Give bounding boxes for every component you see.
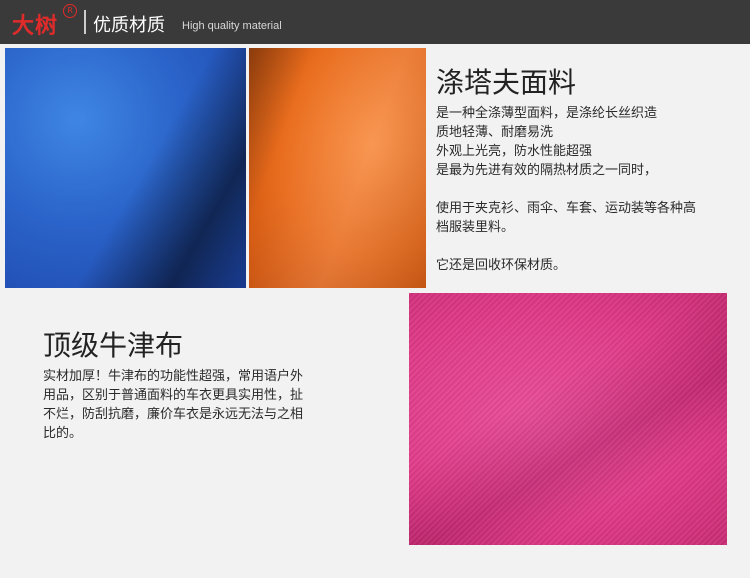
section-subtitle: High quality material [182, 20, 282, 32]
blue-fabric-image [5, 48, 246, 288]
description-line: 它还是回收环保材质。 [436, 258, 567, 273]
description-line: 不烂，防刮抗磨，廉价车衣是永远无法与之相 [43, 407, 304, 422]
description-line: 比的。 [43, 426, 83, 441]
description-line: 实材加厚！牛津布的功能性超强，常用语户外 [43, 369, 304, 384]
product-description-taffeta: 涤塔夫面料 是一种全涤薄型面料，是涤纶长丝织造 质地轻薄、耐磨易洗 外观上光亮，… [436, 66, 696, 275]
product-description-oxford: 顶级牛津布 实材加厚！牛津布的功能性超强，常用语户外 用品，区别于普通面料的车衣… [43, 329, 303, 443]
product-title: 顶级牛津布 [43, 329, 184, 362]
description-line: 是最为先进有效的隔热材质之一同时， [436, 163, 658, 178]
description-line: 用品，区别于普通面料的车衣更具实用性，扯 [43, 388, 304, 403]
description-line: 是一种全涤薄型面料，是涤纶长丝织造 [436, 106, 658, 121]
header-bar: 大树 R 优质材质 High quality material [0, 0, 750, 44]
description-line: 使用于夹克衫、雨伞、车套、运动装等各种高 [436, 201, 697, 216]
registered-mark-icon: R [63, 4, 77, 18]
section-title: 优质材质 [93, 15, 165, 36]
pink-fabric-image [409, 293, 727, 545]
header-divider [84, 10, 86, 34]
orange-fabric-image [249, 48, 426, 288]
description-line: 质地轻薄、耐磨易洗 [436, 125, 554, 140]
brand-logo: 大树 [12, 13, 59, 39]
description-line: 档服装里料。 [436, 220, 515, 235]
description-line: 外观上光亮，防水性能超强 [436, 144, 593, 159]
product-title: 涤塔夫面料 [436, 66, 577, 99]
